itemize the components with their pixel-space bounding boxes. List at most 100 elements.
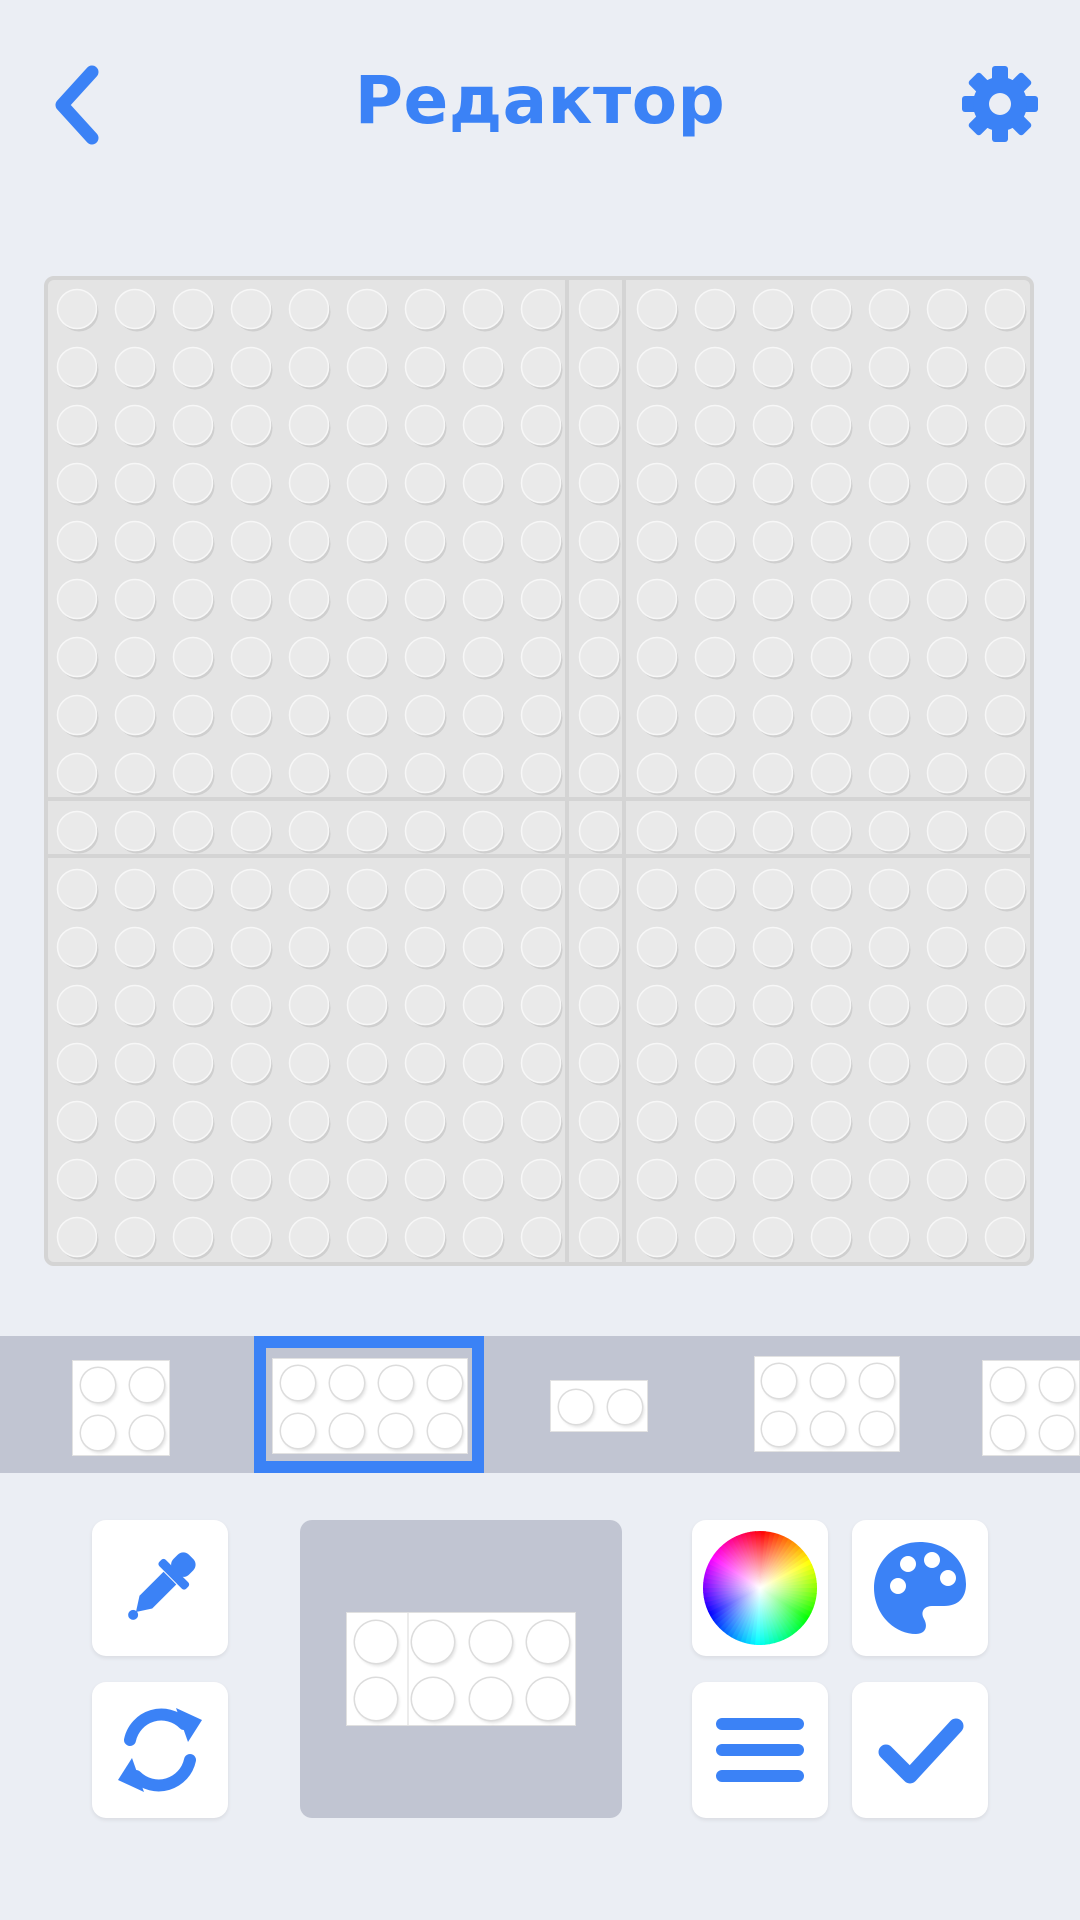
baseplate-stud[interactable] bbox=[346, 752, 388, 794]
baseplate-stud[interactable] bbox=[868, 288, 910, 330]
baseplate-stud[interactable] bbox=[230, 636, 272, 678]
baseplate-stud[interactable] bbox=[636, 694, 678, 736]
baseplate-stud[interactable] bbox=[984, 346, 1026, 388]
baseplate-stud[interactable] bbox=[926, 868, 968, 910]
baseplate-stud[interactable] bbox=[520, 694, 562, 736]
baseplate-stud[interactable] bbox=[694, 1158, 736, 1200]
baseplate-stud[interactable] bbox=[636, 520, 678, 562]
baseplate-stud[interactable] bbox=[462, 1158, 504, 1200]
baseplate-stud[interactable] bbox=[520, 288, 562, 330]
baseplate-stud[interactable] bbox=[984, 462, 1026, 504]
baseplate-stud[interactable] bbox=[868, 868, 910, 910]
baseplate-stud[interactable] bbox=[288, 1158, 330, 1200]
baseplate-stud[interactable] bbox=[578, 1100, 620, 1142]
baseplate-stud[interactable] bbox=[56, 694, 98, 736]
baseplate-stud[interactable] bbox=[172, 636, 214, 678]
baseplate-stud[interactable] bbox=[346, 868, 388, 910]
baseplate-stud[interactable] bbox=[752, 1158, 794, 1200]
baseplate-stud[interactable] bbox=[520, 926, 562, 968]
baseplate-stud[interactable] bbox=[578, 578, 620, 620]
baseplate-stud[interactable] bbox=[578, 868, 620, 910]
baseplate-stud[interactable] bbox=[752, 578, 794, 620]
baseplate-stud[interactable] bbox=[984, 1158, 1026, 1200]
baseplate-stud[interactable] bbox=[636, 868, 678, 910]
baseplate-stud[interactable] bbox=[346, 694, 388, 736]
baseplate-stud[interactable] bbox=[172, 694, 214, 736]
baseplate-stud[interactable] bbox=[404, 694, 446, 736]
baseplate-stud[interactable] bbox=[694, 810, 736, 852]
baseplate-stud[interactable] bbox=[114, 578, 156, 620]
baseplate-stud[interactable] bbox=[114, 810, 156, 852]
baseplate-stud[interactable] bbox=[114, 926, 156, 968]
baseplate-stud[interactable] bbox=[752, 404, 794, 446]
baseplate-stud[interactable] bbox=[404, 926, 446, 968]
baseplate-stud[interactable] bbox=[636, 578, 678, 620]
baseplate-stud[interactable] bbox=[694, 462, 736, 504]
baseplate-stud[interactable] bbox=[694, 578, 736, 620]
baseplate-stud[interactable] bbox=[868, 462, 910, 504]
settings-button[interactable] bbox=[960, 64, 1040, 144]
baseplate-stud[interactable] bbox=[578, 926, 620, 968]
baseplate-stud[interactable] bbox=[752, 520, 794, 562]
baseplate-stud[interactable] bbox=[172, 462, 214, 504]
baseplate-stud[interactable] bbox=[694, 1216, 736, 1258]
baseplate-stud[interactable] bbox=[230, 1042, 272, 1084]
baseplate-stud[interactable] bbox=[984, 752, 1026, 794]
baseplate-stud[interactable] bbox=[636, 636, 678, 678]
baseplate-stud[interactable] bbox=[984, 404, 1026, 446]
baseplate-stud[interactable] bbox=[230, 1158, 272, 1200]
baseplate-stud[interactable] bbox=[926, 926, 968, 968]
baseplate-stud[interactable] bbox=[520, 636, 562, 678]
baseplate-stud[interactable] bbox=[578, 1216, 620, 1258]
baseplate-stud[interactable] bbox=[984, 288, 1026, 330]
baseplate-stud[interactable] bbox=[404, 578, 446, 620]
brick-option[interactable] bbox=[550, 1380, 648, 1432]
baseplate-stud[interactable] bbox=[810, 752, 852, 794]
baseplate-stud[interactable] bbox=[694, 1042, 736, 1084]
baseplate-stud[interactable] bbox=[810, 1158, 852, 1200]
baseplate-stud[interactable] bbox=[810, 288, 852, 330]
baseplate-stud[interactable] bbox=[288, 984, 330, 1026]
baseplate-stud[interactable] bbox=[56, 1042, 98, 1084]
baseplate-stud[interactable] bbox=[752, 1216, 794, 1258]
baseplate-stud[interactable] bbox=[172, 868, 214, 910]
baseplate-stud[interactable] bbox=[752, 288, 794, 330]
baseplate-stud[interactable] bbox=[404, 288, 446, 330]
baseplate-stud[interactable] bbox=[984, 1216, 1026, 1258]
baseplate-stud[interactable] bbox=[230, 926, 272, 968]
baseplate-stud[interactable] bbox=[926, 1216, 968, 1258]
baseplate-stud[interactable] bbox=[984, 520, 1026, 562]
baseplate-stud[interactable] bbox=[56, 926, 98, 968]
baseplate-stud[interactable] bbox=[694, 288, 736, 330]
baseplate-stud[interactable] bbox=[926, 1158, 968, 1200]
baseplate-stud[interactable] bbox=[520, 578, 562, 620]
baseplate-stud[interactable] bbox=[868, 1100, 910, 1142]
baseplate-stud[interactable] bbox=[926, 984, 968, 1026]
baseplate-stud[interactable] bbox=[56, 578, 98, 620]
baseplate-stud[interactable] bbox=[230, 810, 272, 852]
baseplate-stud[interactable] bbox=[288, 1042, 330, 1084]
baseplate-stud[interactable] bbox=[114, 520, 156, 562]
baseplate-stud[interactable] bbox=[868, 578, 910, 620]
baseplate-stud[interactable] bbox=[172, 1216, 214, 1258]
baseplate-stud[interactable] bbox=[346, 346, 388, 388]
baseplate-stud[interactable] bbox=[462, 868, 504, 910]
baseplate-stud[interactable] bbox=[56, 984, 98, 1026]
baseplate-stud[interactable] bbox=[810, 1042, 852, 1084]
baseplate-stud[interactable] bbox=[462, 926, 504, 968]
baseplate-stud[interactable] bbox=[404, 520, 446, 562]
baseplate-stud[interactable] bbox=[694, 1100, 736, 1142]
baseplate-stud[interactable] bbox=[810, 694, 852, 736]
baseplate-stud[interactable] bbox=[56, 1100, 98, 1142]
baseplate-stud[interactable] bbox=[230, 1216, 272, 1258]
baseplate-stud[interactable] bbox=[56, 752, 98, 794]
baseplate-stud[interactable] bbox=[346, 462, 388, 504]
baseplate-stud[interactable] bbox=[404, 636, 446, 678]
baseplate-stud[interactable] bbox=[288, 404, 330, 446]
baseplate-stud[interactable] bbox=[288, 752, 330, 794]
baseplate-stud[interactable] bbox=[694, 520, 736, 562]
baseplate-stud[interactable] bbox=[288, 1100, 330, 1142]
baseplate-stud[interactable] bbox=[868, 404, 910, 446]
baseplate-stud[interactable] bbox=[810, 520, 852, 562]
baseplate-stud[interactable] bbox=[926, 578, 968, 620]
